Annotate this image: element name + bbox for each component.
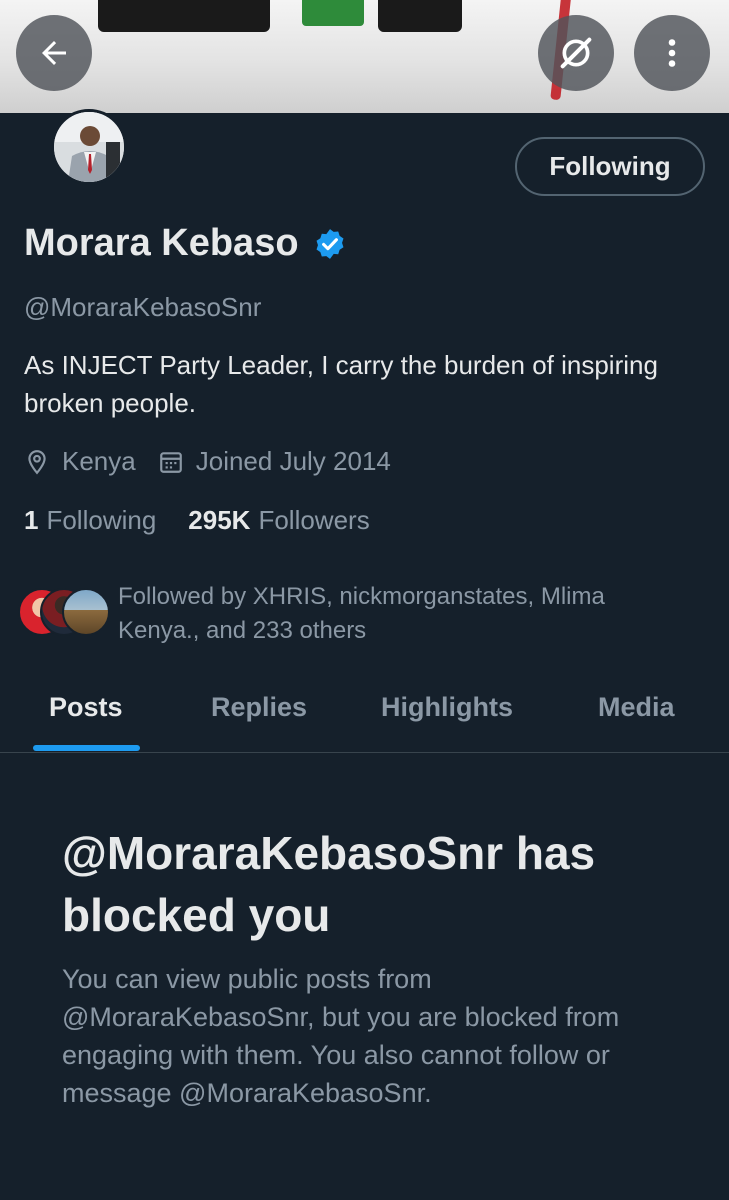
followers-count-link[interactable]: 295K Followers — [188, 505, 369, 536]
joined-item: Joined July 2014 — [158, 446, 391, 477]
banner-logo-part — [302, 0, 364, 26]
location-item: Kenya — [24, 446, 136, 477]
profile-handle: @MoraraKebasoSnr — [24, 292, 262, 322]
avatar-photo — [54, 112, 124, 182]
profile-tabs: Posts Replies Highlights Media — [0, 680, 729, 753]
following-button[interactable]: Following — [515, 137, 705, 196]
location-text: Kenya — [62, 446, 136, 476]
calendar-icon — [159, 451, 182, 473]
profile-meta: Kenya Joined July 2014 — [24, 446, 391, 477]
avatar — [62, 588, 110, 636]
joined-text: Joined July 2014 — [195, 446, 391, 476]
following-label: Following — [46, 505, 157, 535]
profile-name: Morara Kebaso — [24, 222, 299, 264]
tab-posts[interactable]: Posts — [49, 692, 123, 723]
more-options-button[interactable] — [634, 15, 710, 91]
profile-name-row: Morara Kebaso — [24, 222, 347, 265]
verified-badge-icon — [316, 228, 344, 259]
active-tab-indicator — [33, 745, 140, 751]
following-count: 1 — [24, 505, 39, 535]
grok-icon — [560, 37, 592, 69]
blocked-message: You can view public posts from @MoraraKe… — [62, 964, 620, 1108]
more-vertical-icon — [668, 39, 676, 67]
following-count-link[interactable]: 1 Following — [24, 505, 156, 536]
tab-media[interactable]: Media — [598, 692, 675, 723]
banner-logo-part — [98, 0, 270, 32]
followed-by-avatars[interactable] — [18, 588, 110, 636]
back-button[interactable] — [16, 15, 92, 91]
followers-count: 295K — [188, 505, 251, 535]
profile-bio: As INJECT Party Leader, I carry the burd… — [24, 350, 658, 418]
arrow-left-icon — [42, 41, 66, 65]
followers-label: Followers — [258, 505, 370, 535]
profile-avatar[interactable] — [51, 109, 127, 185]
blocked-title: @MoraraKebasoSnr has blocked you — [62, 827, 596, 941]
tab-highlights[interactable]: Highlights — [381, 692, 513, 723]
grok-button[interactable] — [538, 15, 614, 91]
followed-by-text[interactable]: Followed by XHRIS, nickmorganstates, Mli… — [118, 580, 678, 648]
profile-banner[interactable] — [0, 0, 729, 113]
banner-logo-part — [378, 0, 462, 32]
follow-counts: 1 Following 295K Followers — [24, 505, 370, 536]
tab-replies[interactable]: Replies — [211, 692, 307, 723]
location-pin-icon — [28, 449, 46, 474]
